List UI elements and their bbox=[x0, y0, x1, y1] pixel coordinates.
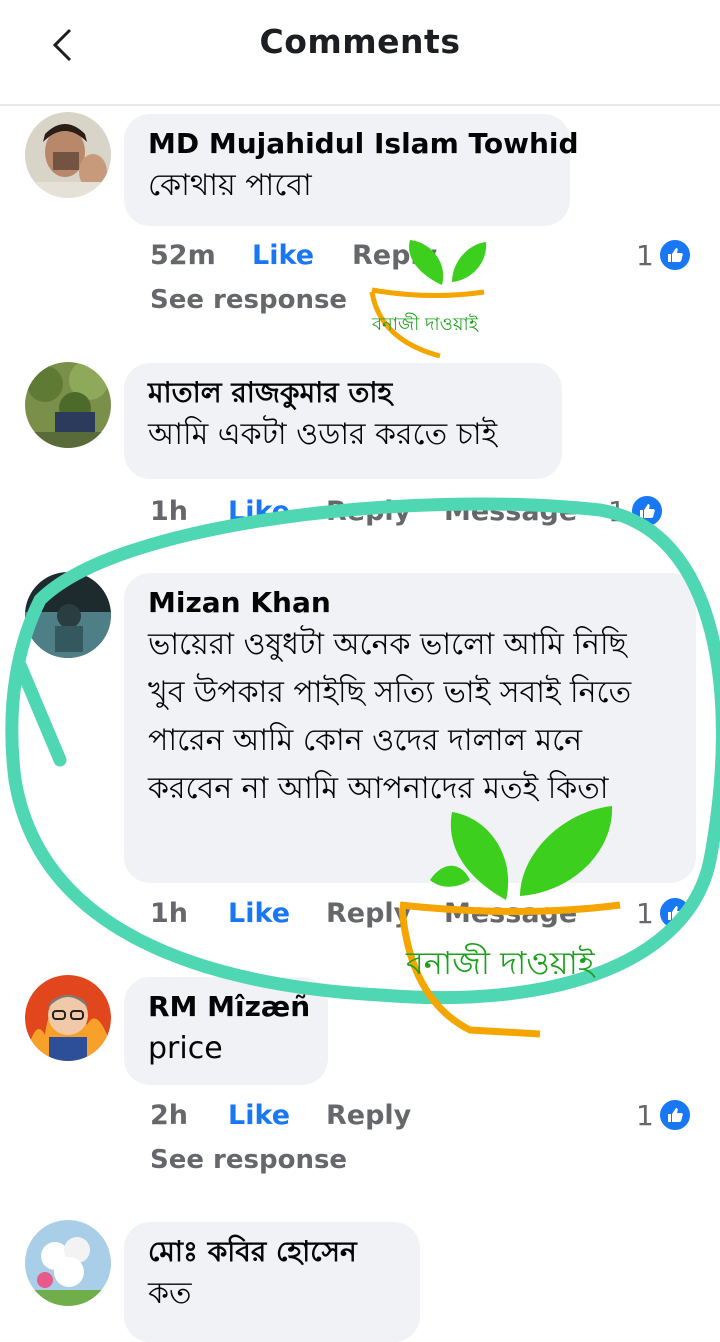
avatar[interactable] bbox=[25, 112, 111, 198]
comment-bubble: মাতাল রাজকুমার তাহ আমি একটা ওডার করতে চা… bbox=[124, 363, 562, 479]
comment-text: কত bbox=[148, 1276, 192, 1311]
comment-author[interactable]: RM Mîzæñ bbox=[148, 989, 310, 1025]
see-response-link[interactable]: See response bbox=[150, 285, 347, 315]
top-bar: Comments bbox=[0, 0, 720, 106]
thumbs-up-icon bbox=[657, 238, 692, 272]
like-button[interactable]: Like bbox=[228, 898, 290, 929]
reaction-number: 1 bbox=[636, 238, 654, 272]
like-button[interactable]: Like bbox=[228, 1100, 290, 1131]
thumbs-up-icon bbox=[629, 494, 664, 528]
comment-time: 1h bbox=[150, 496, 189, 527]
avatar[interactable] bbox=[25, 975, 111, 1061]
avatar[interactable] bbox=[25, 572, 111, 658]
reaction-count[interactable]: 1 bbox=[636, 896, 692, 930]
comment-bubble: Mizan Khan ভায়েরা ওষুধটা অনেক ভালো আমি … bbox=[124, 573, 696, 883]
reply-button[interactable]: Reply bbox=[352, 240, 437, 271]
reaction-count[interactable]: 1 bbox=[636, 1098, 692, 1132]
reaction-number: 1 bbox=[608, 494, 626, 528]
comment-bubble: RM Mîzæñ price bbox=[124, 977, 328, 1085]
comment-text: price bbox=[148, 1031, 223, 1066]
message-button[interactable]: Message bbox=[444, 496, 577, 527]
thumbs-up-icon bbox=[657, 896, 692, 930]
reply-button[interactable]: Reply bbox=[326, 898, 411, 929]
page-title: Comments bbox=[259, 22, 461, 61]
watermark-text: বনাজী দাওয়াই bbox=[406, 944, 595, 982]
comment-text: আমি একটা ওডার করতে চাই bbox=[148, 417, 498, 452]
reaction-number: 1 bbox=[636, 896, 654, 930]
see-response-link[interactable]: See response bbox=[150, 1145, 347, 1175]
reaction-count[interactable]: 1 bbox=[636, 238, 692, 272]
comment-time: 2h bbox=[150, 1100, 189, 1131]
reaction-count[interactable]: 1 bbox=[608, 494, 664, 528]
thumbs-up-icon bbox=[657, 1098, 692, 1132]
comment-text: ভায়েরা ওষুধটা অনেক ভালো আমি নিছি খুব উপ… bbox=[148, 627, 632, 806]
comment-time: 1h bbox=[150, 898, 189, 929]
comment-author[interactable]: Mizan Khan bbox=[148, 585, 660, 621]
reply-button[interactable]: Reply bbox=[326, 496, 411, 527]
reaction-number: 1 bbox=[636, 1098, 654, 1132]
avatar[interactable] bbox=[25, 1220, 111, 1306]
watermark-text: বনাজী দাওয়াই bbox=[372, 314, 479, 335]
comment-author[interactable]: MD Mujahidul Islam Towhid bbox=[148, 126, 579, 162]
comment-author[interactable]: মাতাল রাজকুমার তাহ bbox=[148, 375, 538, 411]
reply-button[interactable]: Reply bbox=[326, 1100, 411, 1131]
avatar[interactable] bbox=[25, 362, 111, 448]
comment-author[interactable]: মোঃ কবির হোসেন bbox=[148, 1234, 396, 1270]
message-button[interactable]: Message bbox=[444, 898, 577, 929]
like-button[interactable]: Like bbox=[252, 240, 314, 271]
comment-time: 52m bbox=[150, 240, 216, 271]
comment-bubble: মোঃ কবির হোসেন কত bbox=[124, 1222, 420, 1342]
comment-text: কোথায় পাবো bbox=[148, 168, 312, 203]
comment-bubble: MD Mujahidul Islam Towhid কোথায় পাবো bbox=[124, 114, 579, 226]
like-button[interactable]: Like bbox=[228, 496, 290, 527]
